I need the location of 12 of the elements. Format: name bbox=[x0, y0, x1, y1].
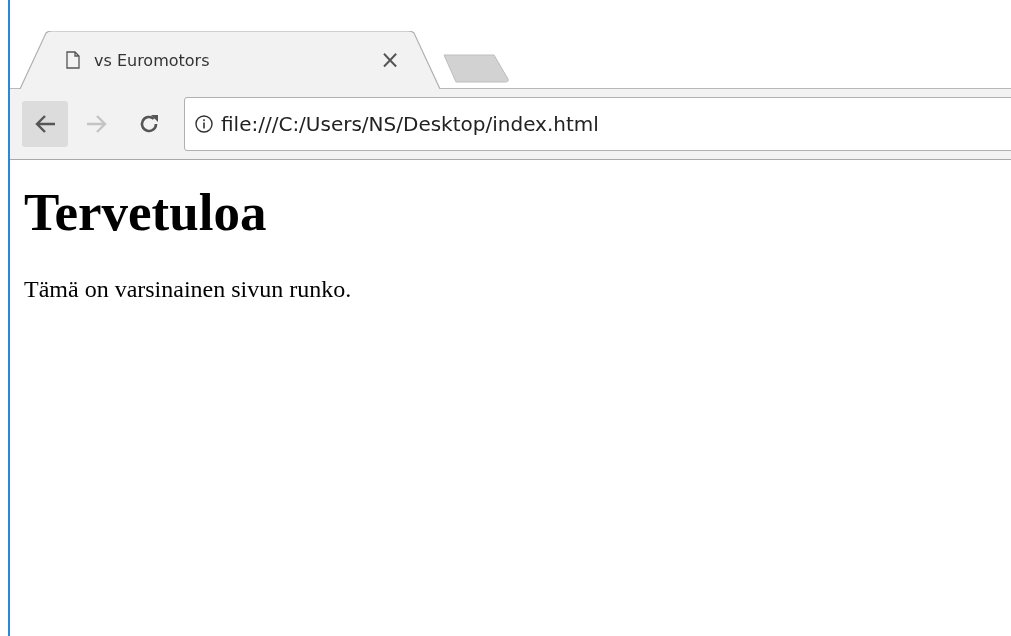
back-arrow-icon bbox=[34, 114, 56, 134]
body-paragraph: Tämä on varsinainen sivun runko. bbox=[24, 276, 353, 303]
page-heading: Tervetuloa bbox=[24, 182, 268, 242]
page-icon bbox=[66, 51, 80, 69]
address-bar[interactable]: file:///C:/Users/NS/Desktop/index.html bbox=[184, 97, 1011, 151]
reload-icon bbox=[138, 113, 160, 135]
back-button[interactable] bbox=[22, 101, 68, 147]
tab-title: vs Euromotors bbox=[94, 50, 211, 70]
forward-arrow-icon bbox=[86, 114, 108, 134]
info-icon bbox=[195, 115, 213, 133]
close-tab-button[interactable]: × bbox=[379, 46, 400, 74]
browser-tab[interactable]: vs Euromotors × bbox=[20, 31, 440, 89]
